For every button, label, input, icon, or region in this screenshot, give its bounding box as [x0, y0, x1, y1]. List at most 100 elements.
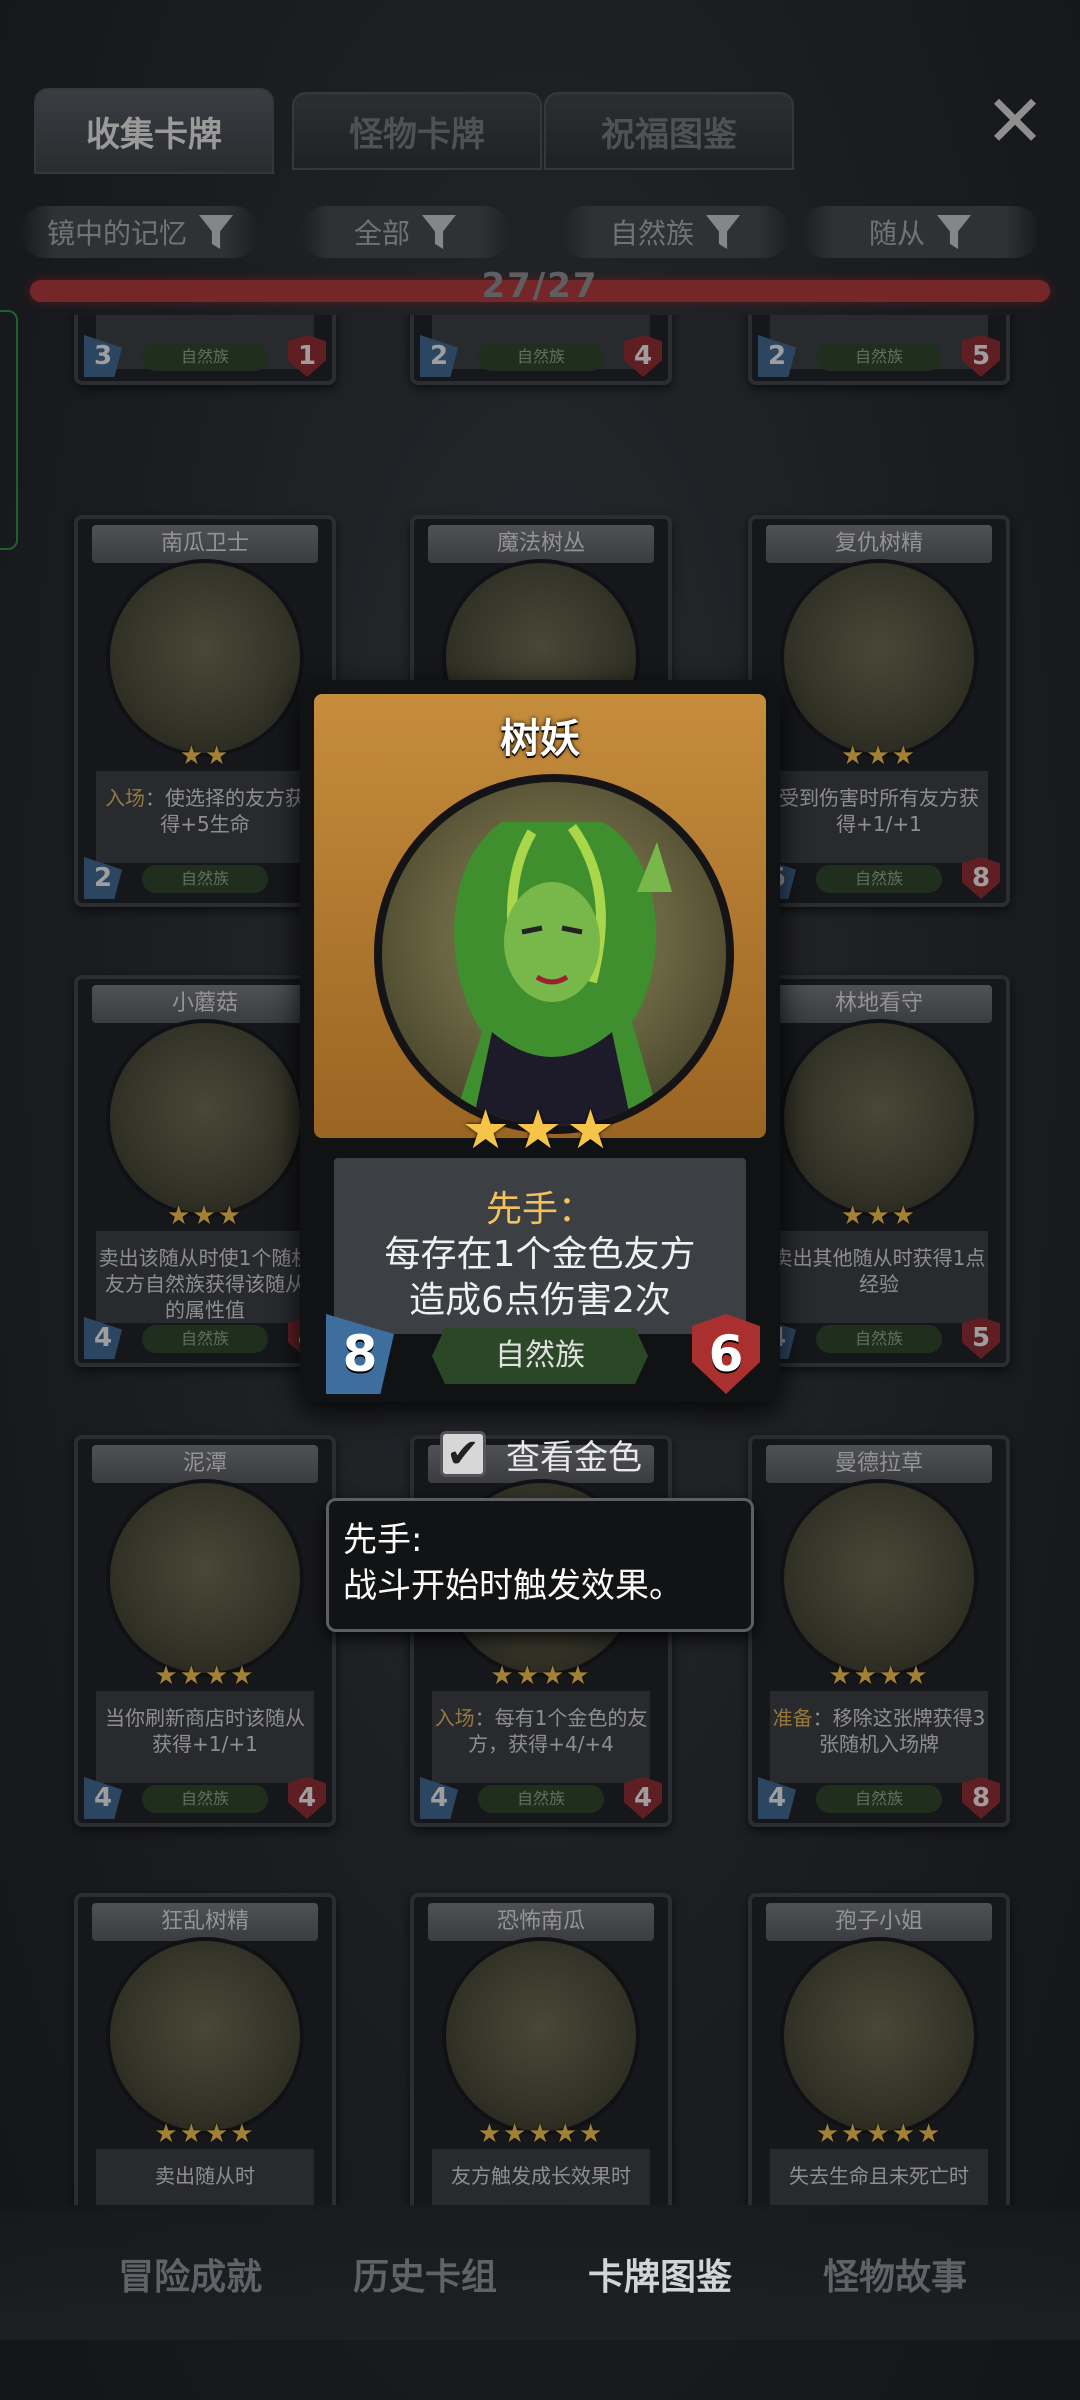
card-attack: 4 [84, 1777, 122, 1819]
filter-row: 镜中的记忆 全部 自然族 随从 [0, 200, 1080, 264]
card-tribe: 自然族 [816, 865, 942, 893]
nav-monster-stories[interactable]: 怪物故事 [775, 2248, 1015, 2300]
card-tribe: 自然族 [142, 1325, 268, 1353]
card-description: 卖出其他随从时获得1点经验 [770, 1231, 988, 1323]
card-health: 4 [624, 1777, 662, 1819]
tooltip-title: 先手: [343, 1520, 423, 1560]
card-description: 友方触发成长效果时 [432, 2149, 650, 2205]
card-portrait [780, 1937, 978, 2135]
card-attack: 4 [84, 1317, 122, 1359]
collection-card[interactable]: 小蘑菇★★★卖出该随从时使1个随机友方自然族获得该随从的属性值自然族44 [74, 975, 336, 1367]
card-attack: 4 [758, 1777, 796, 1819]
collection-card[interactable]: 泥潭 ★★★★ 当你刷新商店时该随从获得+1/+1 自然族 4 4 [74, 1435, 336, 1827]
card-portrait [106, 1479, 304, 1677]
card-tribe: 自然族 [142, 1785, 268, 1813]
card-portrait [780, 1019, 978, 1217]
card-description: 入场：使选择的友方获得+5生命 [96, 771, 314, 863]
card-description: 卖出随从时 [96, 2149, 314, 2205]
card-portrait [780, 1479, 978, 1677]
collection-card[interactable]: 南瓜卫士 ★★ 入场：使选择的友方获得+5生命 自然族 2 [74, 515, 336, 907]
filter-type[interactable]: 随从 [800, 206, 1040, 258]
card-health: 5 [962, 1317, 1000, 1359]
card-description: 失去生命且未死亡时 [770, 2149, 988, 2205]
card-portrait [106, 1937, 304, 2135]
card-stars: ★★★★ [154, 2119, 256, 2149]
tab-blessing-codex[interactable]: 祝福图鉴 [544, 92, 794, 170]
card-portrait [106, 559, 304, 757]
card-health: 4 [288, 1777, 326, 1819]
featured-card[interactable]: 树妖 ★★★ 先手： 每存在1个金色友方 造成6点伤害2次 8 自然族 6 [300, 680, 780, 1402]
card-stars: ★★★ [841, 741, 917, 771]
filter-tribe[interactable]: 自然族 [560, 206, 790, 258]
card-effect: 友方触发成长效果时 [451, 2164, 631, 2188]
collection-card[interactable]: 受到伤害时，随机造成3点伤害自然族25 [748, 315, 1010, 385]
card-portrait [442, 1937, 640, 2135]
card-keyword: 入场 [434, 1706, 475, 1730]
collection-card[interactable]: 林地看守★★★卖出其他随从时获得1点经验自然族45 [748, 975, 1010, 1367]
card-name: 泥潭 [92, 1445, 318, 1483]
card-portrait [106, 1019, 304, 1217]
card-stars: ★★★★★ [477, 2119, 605, 2149]
collection-card[interactable]: 复仇树精★★★受到伤害时所有友方获得+1/+1自然族58 [748, 515, 1010, 907]
card-tribe: 自然族 [478, 343, 604, 371]
card-keyword: 入场 [105, 786, 145, 810]
filter-tribe-label: 自然族 [609, 217, 694, 250]
tab-monster-cards[interactable]: 怪物卡牌 [292, 92, 542, 170]
card-effect: 卖出该随从时使1个随机友方自然族获得该随从的属性值 [98, 1246, 312, 1322]
collection-card[interactable]: 曼德拉草 ★★★★ 准备：移除这张牌获得3张随机入场牌 自然族 4 8 [748, 1435, 1010, 1827]
card-health: 4 [624, 335, 662, 377]
nav-adventure-achievements[interactable]: 冒险成就 [70, 2248, 310, 2300]
close-icon[interactable]: ✕ [980, 85, 1050, 157]
top-tabs: 收集卡牌 怪物卡牌 祝福图鉴 [34, 88, 794, 174]
card-name: 林地看守 [766, 985, 992, 1023]
card-portrait [780, 559, 978, 757]
card-name: 孢子小姐 [766, 1903, 992, 1941]
collection-card[interactable]: 恐怖南瓜 ★★★★★ 友方触发成长效果时 [410, 1893, 672, 2205]
card-stars: ★★★ [167, 1201, 243, 1231]
card-tribe: 自然族 [142, 865, 268, 893]
filter-rarity-label: 全部 [353, 217, 410, 250]
card-effect: ：移除这张牌获得3张随机入场牌 [812, 1706, 986, 1756]
card-name: 南瓜卫士 [92, 525, 318, 563]
filter-expansion[interactable]: 镜中的记忆 [20, 206, 260, 258]
card-keyword: 准备 [772, 1706, 813, 1730]
nav-card-codex[interactable]: 卡牌图鉴 [540, 2248, 780, 2300]
featured-card-stars: ★★★ [461, 1098, 619, 1161]
funnel-icon [199, 215, 233, 249]
card-description: 入场：每有1个金色的友方，获得+4/+4 [432, 1691, 650, 1783]
card-effect: ：获得1张随机自然族牌 [475, 315, 648, 318]
featured-card-name: 树妖 [500, 716, 580, 762]
collection-card[interactable]: 孢子小姐 ★★★★★ 失去生命且未死亡时 [748, 1893, 1010, 2205]
filter-type-label: 随从 [868, 217, 925, 250]
bottom-nav: 冒险成就 历史卡组 卡牌图鉴 怪物故事 [0, 2210, 1080, 2340]
card-effect: 失去生命且未死亡时 [789, 2164, 969, 2188]
card-effect: 当你刷新商店时该随从获得+1/+1 [105, 1706, 305, 1756]
show-gold-label: 查看金色 [506, 1437, 642, 1478]
card-description: 准备：移除这张牌获得3张随机入场牌 [770, 1691, 988, 1783]
checkbox-checked-icon[interactable]: ✔ [440, 1431, 486, 1477]
card-stars: ★★★★ [490, 1661, 592, 1691]
collection-card[interactable]: 入场：获得1张随机自然族牌自然族24 [410, 315, 672, 385]
tab-collect-cards[interactable]: 收集卡牌 [34, 88, 274, 174]
filter-rarity[interactable]: 全部 [300, 206, 510, 258]
collection-card[interactable]: 狂乱树精 ★★★★ 卖出随从时 [74, 1893, 336, 2205]
show-gold-toggle[interactable]: ✔ 查看金色 [440, 1430, 642, 1478]
card-tribe: 自然族 [142, 343, 268, 371]
card-health: 1 [288, 335, 326, 377]
card-name: 狂乱树精 [92, 1903, 318, 1941]
collection-card[interactable]: 遗言：所有友方获得+5生命自然族31 [74, 315, 336, 385]
card-health: 8 [962, 857, 1000, 899]
featured-card-health: 6 [692, 1314, 760, 1394]
featured-card-effect-line2: 造成6点伤害2次 [409, 1280, 671, 1321]
card-effect: ：所有友方获得+5生命 [140, 315, 309, 318]
card-name: 恐怖南瓜 [428, 1903, 654, 1941]
card-name: 曼德拉草 [766, 1445, 992, 1483]
card-tribe: 自然族 [816, 1785, 942, 1813]
funnel-icon [937, 215, 971, 249]
featured-card-tribe: 自然族 [432, 1328, 648, 1384]
card-description: 受到伤害时所有友方获得+1/+1 [770, 771, 988, 863]
card-attack: 2 [84, 857, 122, 899]
nav-history-decks[interactable]: 历史卡组 [305, 2248, 545, 2300]
card-stars: ★★★ [841, 1201, 917, 1231]
card-tribe: 自然族 [816, 1325, 942, 1353]
